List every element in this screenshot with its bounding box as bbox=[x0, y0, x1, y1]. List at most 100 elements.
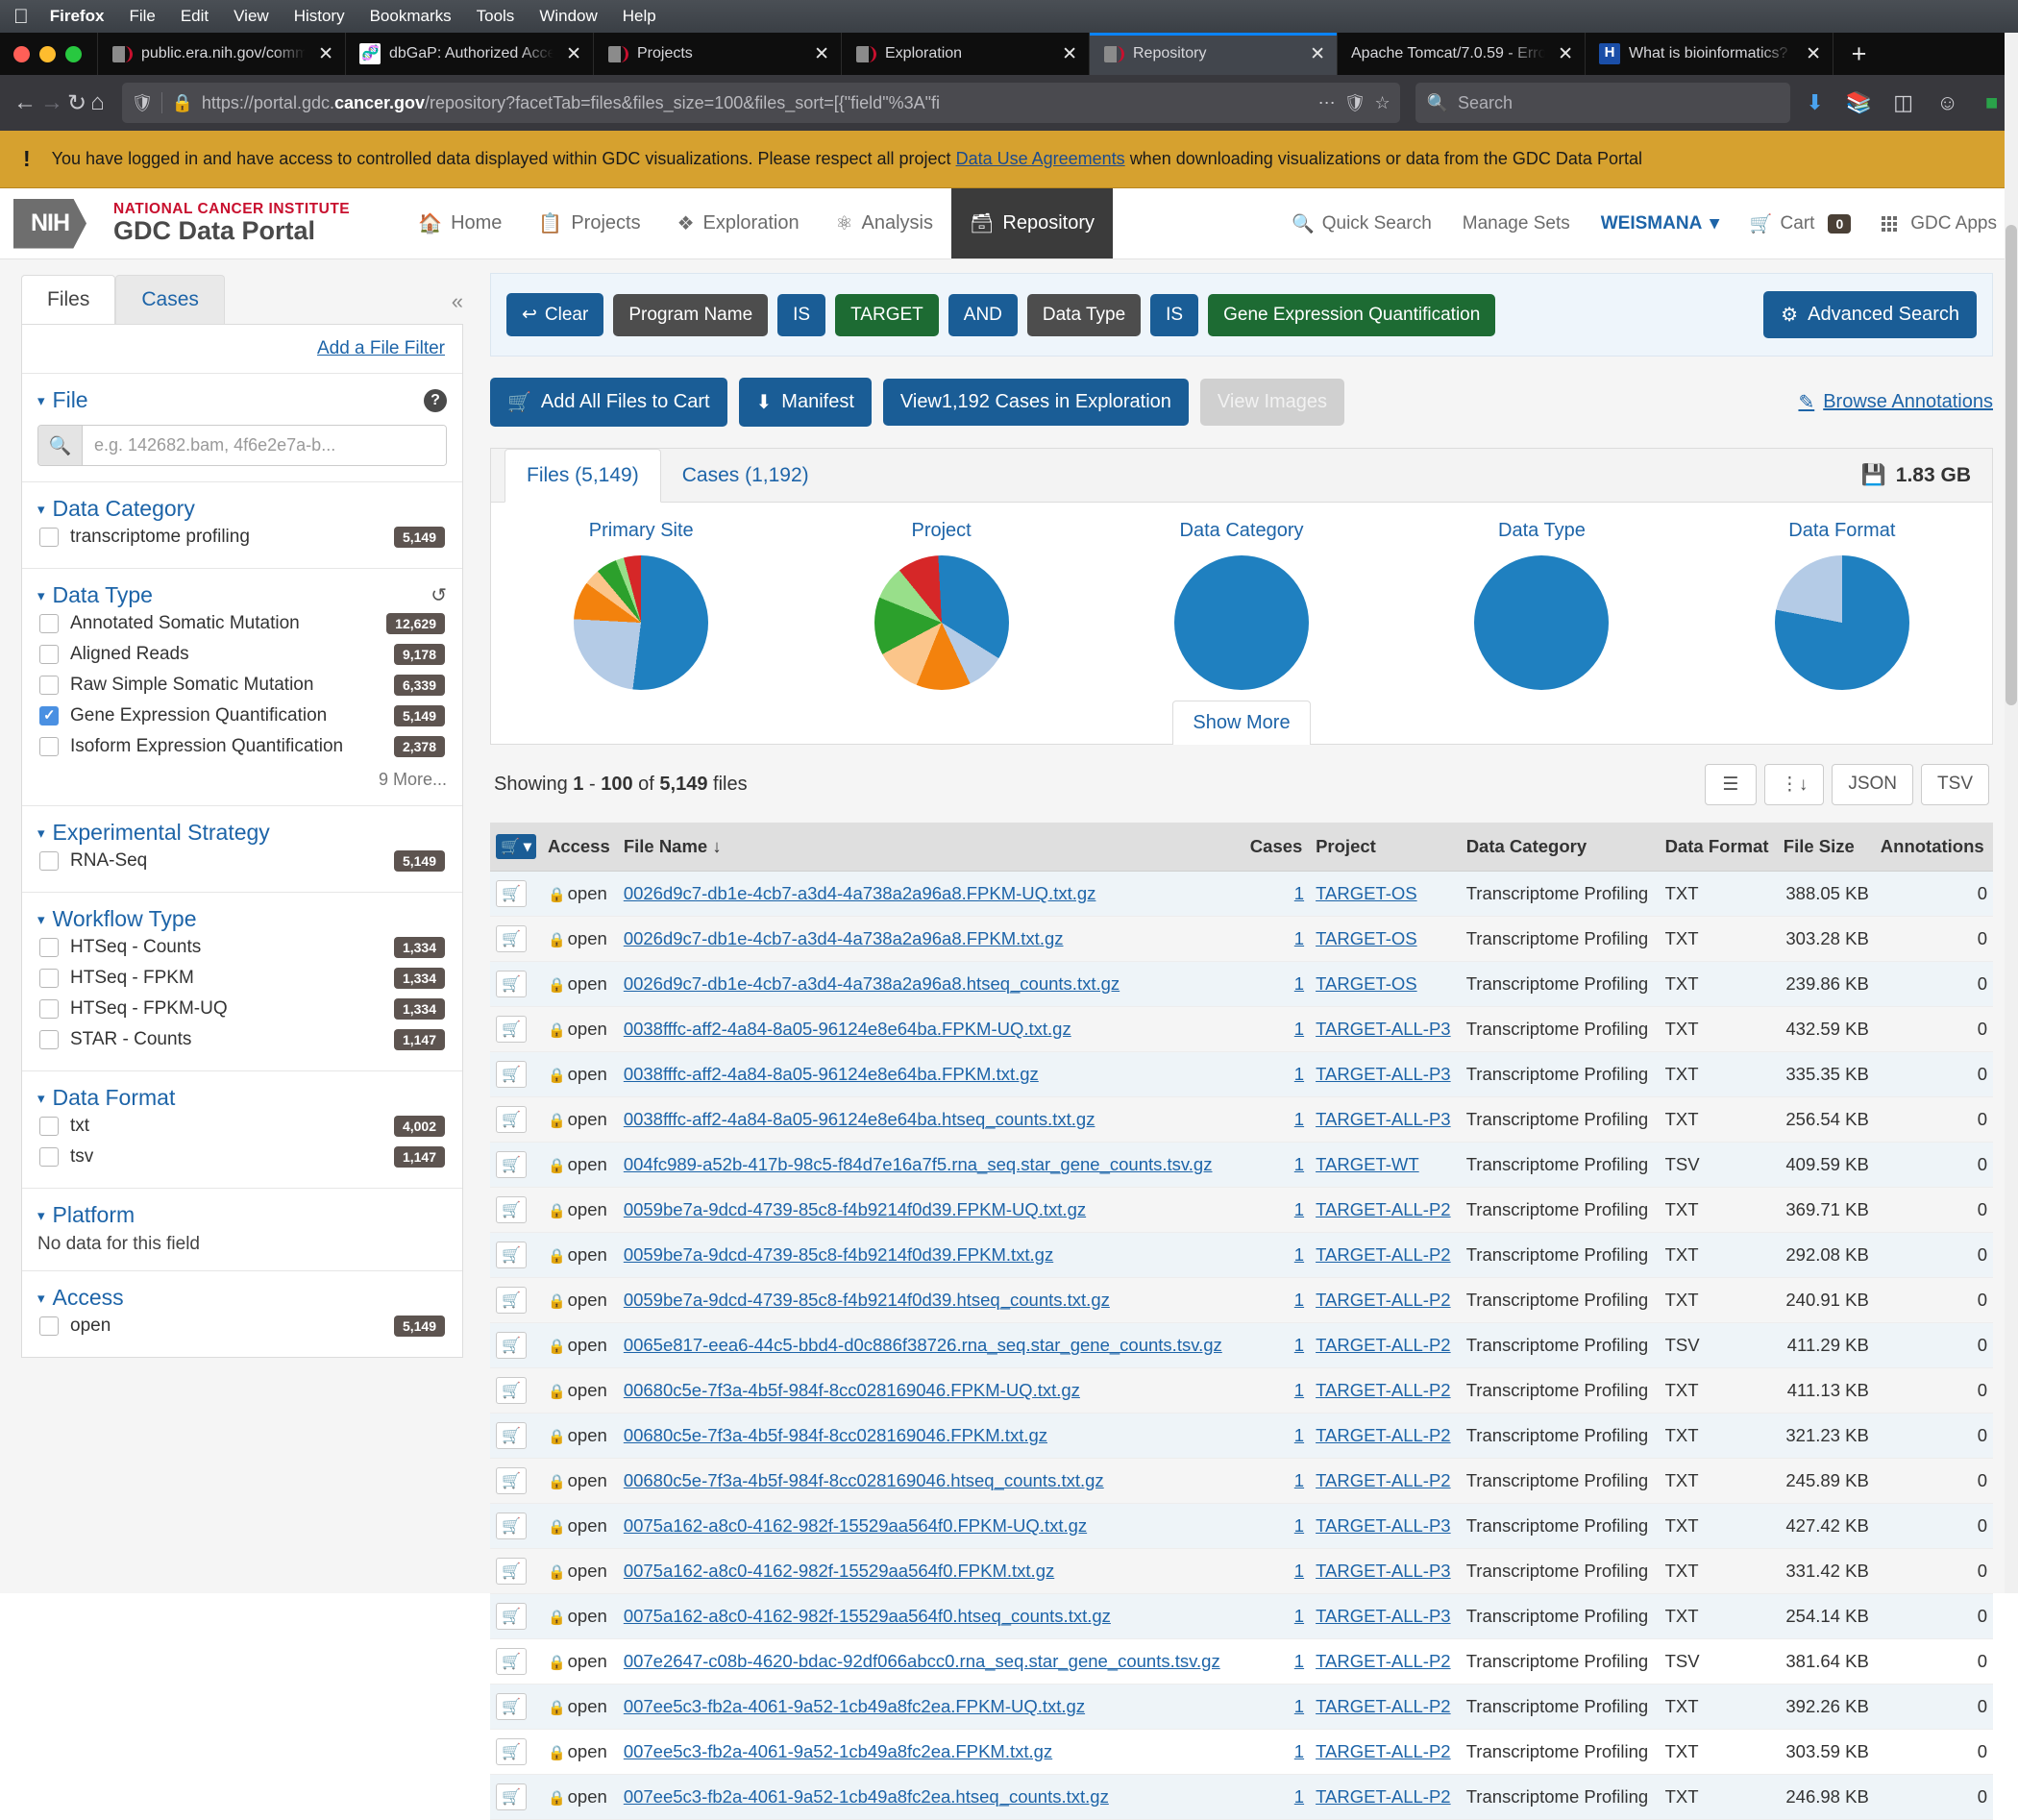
project-link[interactable]: TARGET-ALL-P2 bbox=[1316, 1425, 1451, 1445]
browser-tab[interactable]: Exploration ✕ bbox=[841, 33, 1089, 75]
cases-link[interactable]: 1 bbox=[1294, 1786, 1304, 1807]
facet-header[interactable]: ▾ Access bbox=[37, 1285, 447, 1311]
facet-item[interactable]: HTSeq - FPKM 1,334 bbox=[37, 963, 447, 994]
menu-item-history[interactable]: History bbox=[294, 7, 345, 26]
facet-checkbox[interactable] bbox=[39, 737, 59, 756]
facet-item[interactable]: Annotated Somatic Mutation 12,629 bbox=[37, 608, 447, 639]
cell-file-name[interactable]: 00680c5e-7f3a-4b5f-984f-8cc028169046.FPK… bbox=[618, 1414, 1244, 1459]
project-link[interactable]: TARGET-ALL-P3 bbox=[1316, 1019, 1451, 1039]
cases-link[interactable]: 1 bbox=[1294, 1696, 1304, 1716]
close-tab-icon[interactable]: ✕ bbox=[314, 43, 333, 65]
column-project[interactable]: Project bbox=[1310, 823, 1461, 872]
facet-item[interactable]: Isoform Expression Quantification 2,378 bbox=[37, 731, 447, 762]
add-to-cart-icon[interactable]: 🛒 bbox=[496, 1558, 527, 1585]
facet-item[interactable]: HTSeq - Counts 1,334 bbox=[37, 932, 447, 963]
cell-cases[interactable]: 1 bbox=[1244, 1278, 1310, 1323]
facet-title[interactable]: ▾ Data Type bbox=[37, 582, 153, 608]
url-bar[interactable]: 🛡 🔒 https://portal.gdc.cancer.gov/reposi… bbox=[122, 83, 1400, 123]
row-cart-cell[interactable]: 🛒 bbox=[490, 1594, 542, 1639]
advanced-search-button[interactable]: ⚙ Advanced Search bbox=[1763, 291, 1977, 338]
table-columns-icon[interactable]: ☰ bbox=[1705, 764, 1757, 805]
row-cart-cell[interactable]: 🛒 bbox=[490, 872, 542, 917]
quick-search-button[interactable]: 🔍 Quick Search bbox=[1292, 212, 1432, 235]
filter-chip-operator-is-2[interactable]: IS bbox=[1150, 294, 1198, 336]
file-name-link[interactable]: 0075a162-a8c0-4162-982f-15529aa564f0.hts… bbox=[624, 1606, 1111, 1626]
cell-project[interactable]: TARGET-ALL-P3 bbox=[1310, 1504, 1461, 1549]
cell-project[interactable]: TARGET-ALL-P2 bbox=[1310, 1685, 1461, 1730]
clear-filters-button[interactable]: ↩ Clear bbox=[506, 293, 603, 336]
new-tab-button[interactable]: + bbox=[1833, 33, 1884, 75]
export-json-button[interactable]: JSON bbox=[1832, 764, 1913, 805]
menu-item-tools[interactable]: Tools bbox=[477, 7, 515, 26]
project-link[interactable]: TARGET-ALL-P3 bbox=[1316, 1606, 1451, 1626]
add-to-cart-icon[interactable]: 🛒 bbox=[496, 1783, 527, 1810]
minimize-window-button[interactable] bbox=[39, 46, 56, 62]
account-icon[interactable]: ☺ bbox=[1927, 83, 1969, 123]
pie-chart-data-type[interactable]: Data Type bbox=[1391, 520, 1691, 690]
cases-link[interactable]: 1 bbox=[1294, 1470, 1304, 1490]
cell-cases[interactable]: 1 bbox=[1244, 1052, 1310, 1097]
cell-cases[interactable]: 1 bbox=[1244, 1504, 1310, 1549]
cases-link[interactable]: 1 bbox=[1294, 1109, 1304, 1129]
cell-file-name[interactable]: 0038fffc-aff2-4a84-8a05-96124e8e64ba.FPK… bbox=[618, 1052, 1244, 1097]
cell-file-name[interactable]: 004fc989-a52b-417b-98c5-f84d7e16a7f5.rna… bbox=[618, 1143, 1244, 1188]
pie-data-type-graphic[interactable] bbox=[1474, 555, 1609, 690]
facet-header[interactable]: ▾ Platform bbox=[37, 1202, 447, 1228]
cell-cases[interactable]: 1 bbox=[1244, 1730, 1310, 1775]
cell-project[interactable]: TARGET-ALL-P3 bbox=[1310, 1052, 1461, 1097]
facet-checkbox[interactable] bbox=[39, 851, 59, 871]
cell-cases[interactable]: 1 bbox=[1244, 917, 1310, 962]
facet-checkbox[interactable] bbox=[39, 528, 59, 547]
file-name-link[interactable]: 0075a162-a8c0-4162-982f-15529aa564f0.FPK… bbox=[624, 1515, 1087, 1536]
bookmark-star-icon[interactable]: ☆ bbox=[1374, 93, 1390, 113]
row-cart-cell[interactable]: 🛒 bbox=[490, 1368, 542, 1414]
project-link[interactable]: TARGET-ALL-P2 bbox=[1316, 1651, 1451, 1671]
cell-project[interactable]: TARGET-ALL-P3 bbox=[1310, 1594, 1461, 1639]
cases-link[interactable]: 1 bbox=[1294, 1154, 1304, 1174]
cell-file-name[interactable]: 0059be7a-9dcd-4739-85c8-f4b9214f0d39.FPK… bbox=[618, 1233, 1244, 1278]
file-name-link[interactable]: 0026d9c7-db1e-4cb7-a3d4-4a738a2a96a8.FPK… bbox=[624, 928, 1064, 948]
menu-item-bookmarks[interactable]: Bookmarks bbox=[370, 7, 452, 26]
project-link[interactable]: TARGET-ALL-P2 bbox=[1316, 1741, 1451, 1761]
view-cases-in-exploration-button[interactable]: View1,192 Cases in Exploration bbox=[883, 379, 1189, 426]
cell-cases[interactable]: 1 bbox=[1244, 1549, 1310, 1594]
facet-item[interactable]: Gene Expression Quantification 5,149 bbox=[37, 701, 447, 731]
cell-project[interactable]: TARGET-ALL-P3 bbox=[1310, 1549, 1461, 1594]
facet-item[interactable]: tsv 1,147 bbox=[37, 1142, 447, 1172]
menu-item-firefox[interactable]: Firefox bbox=[50, 7, 105, 26]
facet-title[interactable]: ▾ File bbox=[37, 387, 88, 413]
cell-project[interactable]: TARGET-OS bbox=[1310, 917, 1461, 962]
cell-project[interactable]: TARGET-ALL-P2 bbox=[1310, 1639, 1461, 1685]
project-link[interactable]: TARGET-OS bbox=[1316, 973, 1417, 994]
cell-cases[interactable]: 1 bbox=[1244, 1007, 1310, 1052]
tab-cases-summary[interactable]: Cases (1,192) bbox=[661, 450, 830, 502]
row-cart-cell[interactable]: 🛒 bbox=[490, 1459, 542, 1504]
menu-item-edit[interactable]: Edit bbox=[181, 7, 209, 26]
facet-title[interactable]: ▾ Experimental Strategy bbox=[37, 820, 270, 846]
cell-project[interactable]: TARGET-ALL-P2 bbox=[1310, 1368, 1461, 1414]
cart-header-icon[interactable]: 🛒▾ bbox=[496, 834, 536, 859]
facet-checkbox[interactable] bbox=[39, 969, 59, 988]
row-cart-cell[interactable]: 🛒 bbox=[490, 962, 542, 1007]
add-file-filter-link[interactable]: Add a File Filter bbox=[317, 338, 445, 358]
column-file-name[interactable]: File Name ↓ bbox=[618, 823, 1244, 872]
file-name-link[interactable]: 0026d9c7-db1e-4cb7-a3d4-4a738a2a96a8.FPK… bbox=[624, 883, 1096, 903]
file-name-link[interactable]: 0059be7a-9dcd-4739-85c8-f4b9214f0d39.FPK… bbox=[624, 1199, 1086, 1219]
manage-sets-link[interactable]: Manage Sets bbox=[1463, 213, 1570, 234]
apple-icon[interactable]:  bbox=[13, 7, 29, 27]
sort-icon[interactable]: ⋮↓ bbox=[1764, 764, 1825, 805]
file-name-link[interactable]: 0026d9c7-db1e-4cb7-a3d4-4a738a2a96a8.hts… bbox=[624, 973, 1120, 994]
nav-item-projects[interactable]: 📋 Projects bbox=[520, 188, 658, 258]
file-name-link[interactable]: 00680c5e-7f3a-4b5f-984f-8cc028169046.hts… bbox=[624, 1470, 1104, 1490]
cell-cases[interactable]: 1 bbox=[1244, 872, 1310, 917]
project-link[interactable]: TARGET-ALL-P3 bbox=[1316, 1515, 1451, 1536]
add-to-cart-icon[interactable]: 🛒 bbox=[496, 1513, 527, 1539]
browser-tab-active[interactable]: Repository ✕ bbox=[1089, 33, 1337, 75]
show-more-button[interactable]: Show More bbox=[1172, 701, 1310, 745]
cell-cases[interactable]: 1 bbox=[1244, 1685, 1310, 1730]
close-window-button[interactable] bbox=[13, 46, 30, 62]
cases-link[interactable]: 1 bbox=[1294, 1380, 1304, 1400]
cell-project[interactable]: TARGET-ALL-P2 bbox=[1310, 1323, 1461, 1368]
page-scrollbar[interactable] bbox=[2005, 33, 2018, 1593]
close-tab-icon[interactable]: ✕ bbox=[1554, 43, 1573, 65]
